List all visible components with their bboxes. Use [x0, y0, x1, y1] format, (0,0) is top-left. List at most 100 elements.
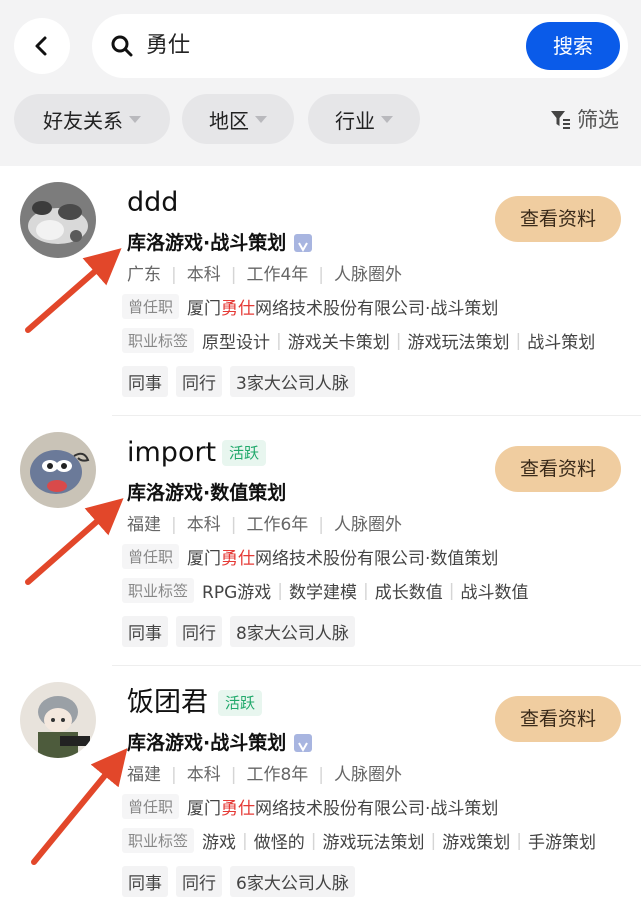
filter-button[interactable]: 筛选 [549, 104, 619, 134]
career-tag: 游戏关卡策划 [287, 333, 390, 353]
keyword-highlight: 勇仕 [221, 549, 256, 569]
tags-label: 职业标签 [122, 828, 195, 853]
former-text: 厦门 [187, 549, 222, 569]
career-tag: 游戏策划 [442, 833, 511, 853]
career-tag: 战斗数值 [460, 583, 529, 603]
meta-experience: 工作6年 [246, 515, 309, 535]
career-tag: 原型设计 [202, 333, 271, 353]
active-badge: 活跃 [218, 690, 263, 716]
search-query[interactable]: 勇仕 [146, 28, 190, 64]
meta-location: 福建 [127, 765, 161, 785]
verified-icon [294, 734, 313, 753]
position-text: 库洛游戏·数值策划 [127, 482, 287, 504]
relation-pill: 8家大公司人脉 [230, 616, 355, 647]
view-profile-button[interactable]: 查看资料 [495, 696, 621, 742]
career-tag: 手游策划 [527, 833, 596, 853]
filter-label: 筛选 [577, 108, 619, 132]
career-tag: 成长数值 [374, 583, 443, 603]
result-card[interactable]: 饭团君 活跃 查看资料 库洛游戏·战斗策划 福建 | 本科 | 工作8年 | 人脉圈外… [0, 666, 641, 916]
meta-experience: 工作8年 [246, 765, 309, 785]
former-text: 网络技术股份有限公司·战斗策划 [255, 299, 499, 319]
chip-region[interactable]: 地区 [182, 94, 294, 144]
former-label: 曾任职 [122, 294, 180, 319]
result-card[interactable]: import 活跃 查看资料 库洛游戏·数值策划 福建 | 本科 | 工作6年 | 人… [0, 416, 641, 666]
former-text: 网络技术股份有限公司·战斗策划 [255, 799, 499, 819]
top-bar: 勇仕 搜索 好友关系 地区 行业 筛选 [0, 0, 641, 165]
user-meta: 福建 | 本科 | 工作8年 | 人脉圈外 [127, 762, 402, 788]
avatar[interactable] [20, 682, 96, 758]
meta-circle: 人脉圈外 [334, 265, 403, 285]
user-name: 饭团君 [127, 687, 208, 718]
former-text: 厦门 [187, 799, 222, 819]
search-button[interactable]: 搜索 [526, 22, 620, 70]
meta-circle: 人脉圈外 [334, 515, 403, 535]
dropdown-icon [255, 115, 267, 123]
career-tag: 做怪的 [253, 833, 305, 853]
relation-pill: 同事 [122, 866, 168, 897]
dropdown-icon [381, 115, 393, 123]
meta-education: 本科 [186, 265, 221, 285]
keyword-highlight: 勇仕 [221, 799, 256, 819]
view-profile-button[interactable]: 查看资料 [495, 196, 621, 242]
career-tag: 战斗策划 [527, 333, 596, 353]
chip-label: 行业 [335, 108, 375, 133]
dropdown-icon [129, 115, 141, 123]
career-tag: 游戏 [202, 833, 237, 853]
avatar[interactable] [20, 182, 96, 258]
career-tag: 游戏玩法策划 [407, 333, 510, 353]
back-button[interactable] [14, 18, 70, 74]
position-text: 库洛游戏·战斗策划 [127, 732, 287, 754]
search-field[interactable]: 勇仕 搜索 [92, 14, 628, 78]
chip-label: 好友关系 [43, 108, 123, 133]
career-tag: 数学建模 [289, 583, 357, 603]
career-tags: 职业标签 原型设计 | 游戏关卡策划 | 游戏玩法策划 | 战斗策划 [122, 328, 595, 353]
relation-pill: 同行 [176, 616, 222, 647]
relation-pills: 同事 同行 8家大公司人脉 [122, 616, 363, 647]
keyword-highlight: 勇仕 [221, 299, 256, 319]
former-employer: 曾任职 厦门 勇仕 网络技术股份有限公司·战斗策划 [122, 794, 498, 819]
meta-location: 广东 [127, 265, 161, 285]
result-card[interactable]: ddd 查看资料 库洛游戏·战斗策划 广东 | 本科 | 工作4年 | 人脉圈外 曾任… [0, 166, 641, 416]
back-icon [35, 36, 47, 56]
view-profile-button[interactable]: 查看资料 [495, 446, 621, 492]
former-label: 曾任职 [122, 794, 180, 819]
career-tags: 职业标签 RPG游戏 | 数学建模 | 成长数值 | 战斗数值 [122, 578, 528, 603]
user-meta: 广东 | 本科 | 工作4年 | 人脉圈外 [127, 262, 402, 288]
verified-icon [294, 234, 313, 253]
career-tag: 游戏玩法策划 [322, 833, 425, 853]
relation-pill: 同行 [176, 366, 222, 397]
meta-circle: 人脉圈外 [334, 765, 403, 785]
career-tags: 职业标签 游戏 | 做怪的 | 游戏玩法策划 | 游戏策划 | 手游策划 [122, 828, 596, 853]
former-label: 曾任职 [122, 544, 180, 569]
current-position: 库洛游戏·数值策划 [127, 478, 286, 508]
search-icon [111, 35, 133, 57]
relation-pills: 同事 同行 6家大公司人脉 [122, 866, 363, 897]
former-employer: 曾任职 厦门 勇仕 网络技术股份有限公司·战斗策划 [122, 294, 498, 319]
career-tag: RPG游戏 [202, 583, 272, 603]
former-employer: 曾任职 厦门 勇仕 网络技术股份有限公司·数值策划 [122, 544, 498, 569]
meta-education: 本科 [186, 515, 221, 535]
current-position: 库洛游戏·战斗策划 [127, 228, 313, 258]
meta-experience: 工作4年 [246, 265, 309, 285]
position-text: 库洛游戏·战斗策划 [127, 232, 287, 254]
tags-label: 职业标签 [122, 328, 195, 353]
meta-education: 本科 [186, 765, 221, 785]
user-meta: 福建 | 本科 | 工作6年 | 人脉圈外 [127, 512, 402, 538]
user-name: ddd [127, 187, 179, 218]
relation-pill: 6家大公司人脉 [230, 866, 355, 897]
relation-pill: 同事 [122, 616, 168, 647]
chip-friend-relation[interactable]: 好友关系 [14, 94, 170, 144]
relation-pill: 同事 [122, 366, 168, 397]
avatar[interactable] [20, 432, 96, 508]
relation-pill: 同行 [176, 866, 222, 897]
former-text: 厦门 [187, 299, 222, 319]
current-position: 库洛游戏·战斗策划 [127, 728, 313, 758]
relation-pills: 同事 同行 3家大公司人脉 [122, 366, 363, 397]
chip-industry[interactable]: 行业 [308, 94, 420, 144]
tags-label: 职业标签 [122, 578, 195, 603]
filter-icon [551, 111, 570, 129]
meta-location: 福建 [127, 515, 161, 535]
results-list: ddd 查看资料 库洛游戏·战斗策划 广东 | 本科 | 工作4年 | 人脉圈外 曾任… [0, 166, 641, 922]
relation-pill: 3家大公司人脉 [230, 366, 355, 397]
user-name: import [127, 437, 217, 468]
